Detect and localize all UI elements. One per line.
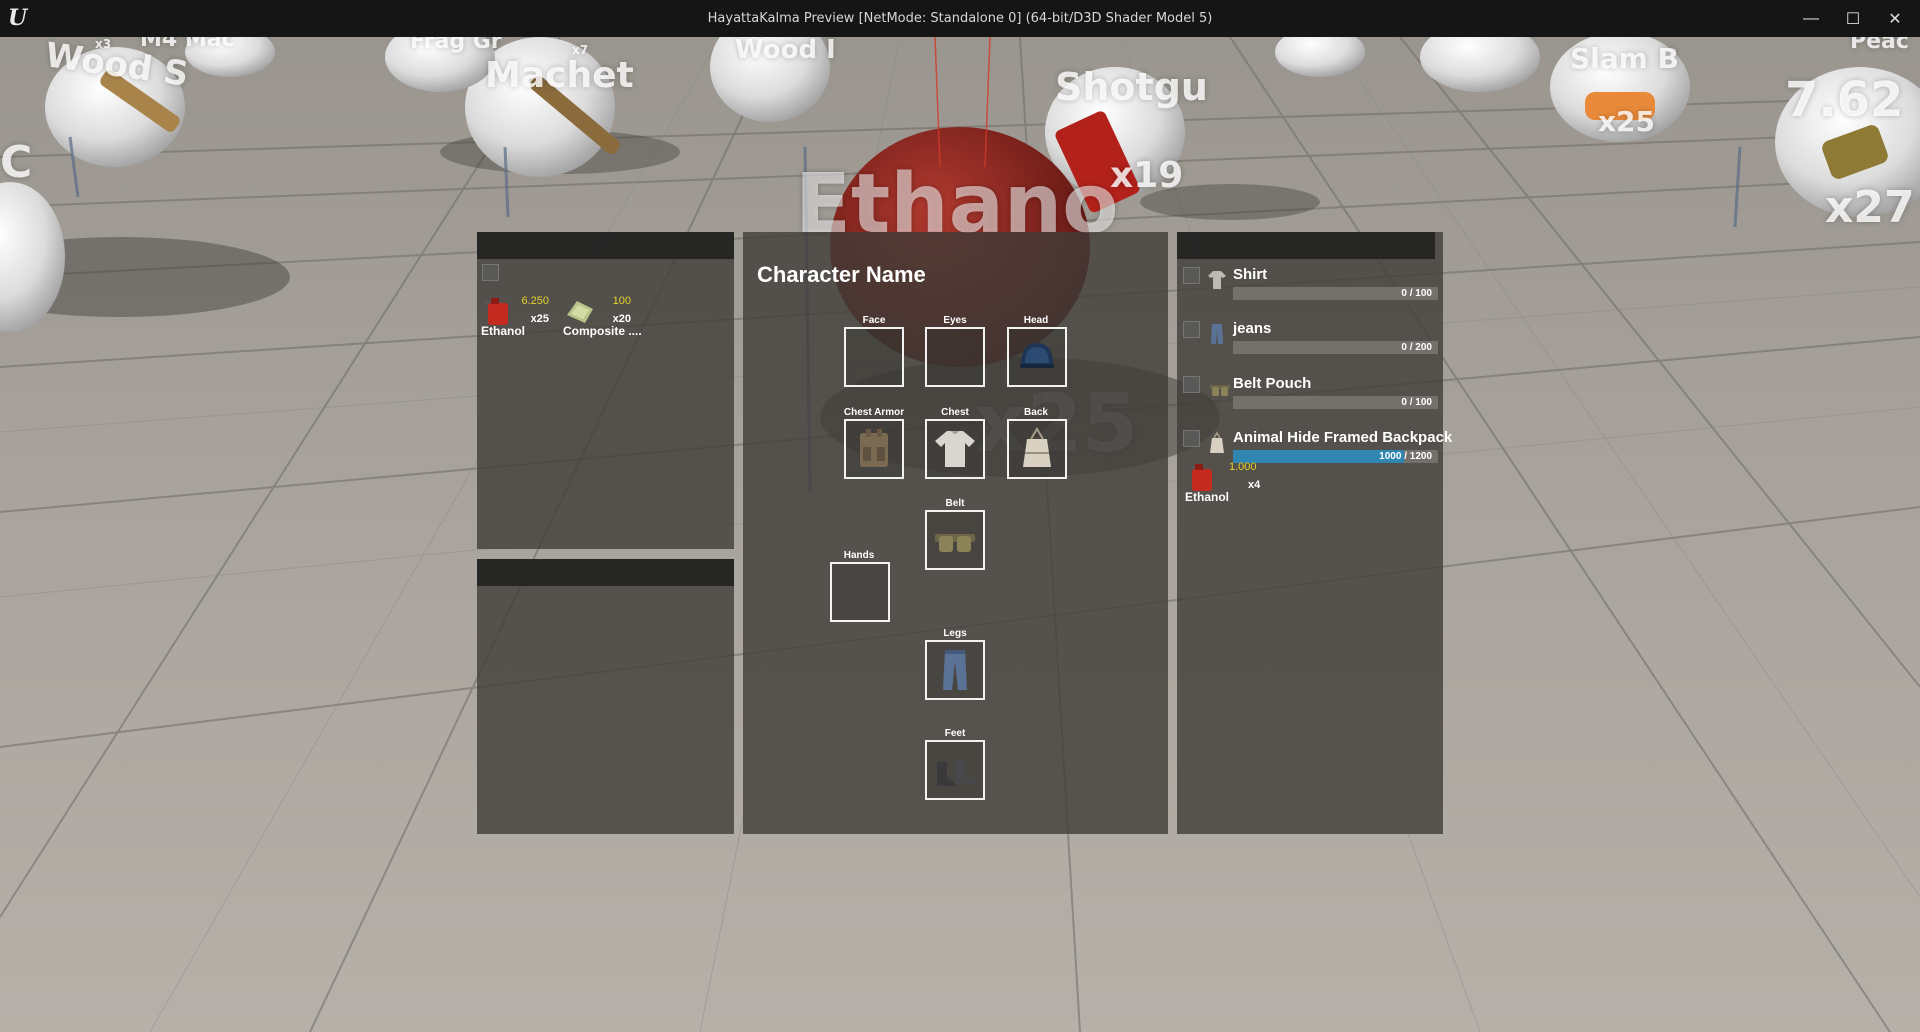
equip-slot-chest[interactable] xyxy=(925,419,985,479)
world-label: Frag Gr xyxy=(410,37,502,54)
slot-label-back: Back xyxy=(1024,407,1048,418)
ground-inventory-header xyxy=(477,232,734,259)
jeans-checkbox[interactable] xyxy=(1183,321,1200,338)
belt-pouch-icon xyxy=(1210,385,1230,396)
item-name: Ethanol xyxy=(481,324,525,338)
capacity-text: 0 / 100 xyxy=(1401,397,1432,408)
capacity-bar: 0 / 100 xyxy=(1233,396,1438,409)
equipment-name: jeans xyxy=(1233,320,1272,337)
slot-label-feet: Feet xyxy=(944,728,966,739)
backpack-icon xyxy=(1023,427,1051,467)
shirt-icon xyxy=(935,431,975,467)
world-label: Shotgu xyxy=(1055,65,1208,109)
secondary-container-header xyxy=(477,559,734,586)
boots-icon xyxy=(937,760,975,786)
minimize-icon: — xyxy=(1803,9,1819,27)
slot-label-belt: Belt xyxy=(945,498,965,509)
capacity-text: 0 / 100 xyxy=(1401,288,1432,299)
world-label: M4 Mac xyxy=(140,37,235,52)
capacity-bar: 0 / 100 xyxy=(1233,287,1438,300)
equipment-name: Animal Hide Framed Backpack xyxy=(1233,429,1453,446)
gas-can-icon xyxy=(483,298,508,325)
belt-pouch-checkbox[interactable] xyxy=(1183,376,1200,393)
world-label: x25 xyxy=(1598,105,1656,138)
world-label: Machet xyxy=(485,55,634,96)
ground-select-checkbox[interactable] xyxy=(482,264,499,281)
maximize-icon: ☐ xyxy=(1845,10,1861,28)
equip-slot-eyes[interactable] xyxy=(925,327,985,387)
world-label: Peac xyxy=(1850,37,1909,54)
capacity-text: 0 / 200 xyxy=(1401,342,1432,353)
jeans-icon xyxy=(943,650,967,690)
slot-label-hands: Hands xyxy=(843,550,875,561)
world-label: x19 xyxy=(1110,155,1184,196)
equipment-panel: Shirt 0 / 100 jeans 0 / 200 Belt Pouch 0… xyxy=(1177,232,1452,834)
backpack-icon xyxy=(1210,432,1224,453)
equipment-name: Belt Pouch xyxy=(1233,375,1312,392)
equip-slot-face[interactable] xyxy=(844,327,904,387)
capacity-text: 1000 / 1200 xyxy=(1379,451,1432,462)
helmet-icon xyxy=(1020,343,1054,368)
equip-slot-head[interactable] xyxy=(1007,327,1067,387)
equip-slot-chest-armor[interactable] xyxy=(844,419,904,479)
belt-pouch-icon xyxy=(935,534,975,552)
window-title-bar: U HayattaKalma Preview [NetMode: Standal… xyxy=(0,0,1920,37)
item-name: Ethanol xyxy=(1185,490,1229,504)
item-quantity: x4 xyxy=(1248,479,1261,491)
character-panel: Character Name Face Eyes Head Chest Armo… xyxy=(743,232,1168,834)
equip-slot-hands[interactable] xyxy=(830,562,890,622)
slot-label-head: Head xyxy=(1023,315,1049,326)
equipment-row-belt-pouch[interactable]: Belt Pouch 0 / 100 xyxy=(1177,374,1457,414)
secondary-container-panel xyxy=(477,559,734,834)
world-label: x7 xyxy=(572,43,589,57)
gas-can-icon xyxy=(1187,464,1212,491)
equip-slot-feet[interactable] xyxy=(925,740,985,800)
maximize-button[interactable]: ☐ xyxy=(1832,0,1874,37)
jeans-icon xyxy=(1211,324,1223,344)
composite-material-icon xyxy=(567,301,593,323)
equip-slot-legs[interactable] xyxy=(925,640,985,700)
capacity-bar: 0 / 200 xyxy=(1233,341,1438,354)
world-label: C xyxy=(0,137,33,188)
equipment-name: Shirt xyxy=(1233,266,1268,283)
backpack-checkbox[interactable] xyxy=(1183,430,1200,447)
item-quantity: x25 xyxy=(530,313,549,325)
plate-carrier-icon xyxy=(860,429,888,467)
equip-slot-belt[interactable] xyxy=(925,510,985,570)
world-label: Slam B xyxy=(1570,42,1679,75)
world-label: x27 xyxy=(1825,182,1915,233)
equipment-row-jeans[interactable]: jeans 0 / 200 xyxy=(1177,319,1457,359)
item-weight: 1.000 xyxy=(1229,461,1257,473)
close-icon: ✕ xyxy=(1888,10,1902,28)
ground-inventory-panel: 6.250 x25 Ethanol 100 x20 Composite .... xyxy=(477,232,734,549)
unreal-logo-icon: U xyxy=(8,5,28,31)
equipment-row-shirt[interactable]: Shirt 0 / 100 xyxy=(1177,265,1457,305)
close-button[interactable]: ✕ xyxy=(1874,0,1916,37)
shirt-icon xyxy=(1208,271,1226,289)
inventory-item-composite[interactable]: 100 x20 Composite .... xyxy=(559,295,642,345)
inventory-item-ethanol[interactable]: 6.250 x25 Ethanol xyxy=(477,295,557,345)
equip-slot-back[interactable] xyxy=(1007,419,1067,479)
equipment-header xyxy=(1177,232,1435,259)
capacity-bar: 1000 / 1200 xyxy=(1233,450,1438,463)
item-name: Composite .... xyxy=(563,324,642,338)
world-label: Wood I xyxy=(735,37,836,65)
shirt-checkbox[interactable] xyxy=(1183,267,1200,284)
item-weight: 6.250 xyxy=(521,295,549,307)
world-label: 7.62 xyxy=(1785,72,1904,128)
slot-label-legs: Legs xyxy=(943,628,967,639)
window-title: HayattaKalma Preview [NetMode: Standalon… xyxy=(707,11,1213,26)
backpack-item-ethanol[interactable]: 1.000 x4 Ethanol xyxy=(1181,461,1261,511)
minimize-button[interactable]: — xyxy=(1790,0,1832,37)
item-weight: 100 xyxy=(612,295,631,307)
world-label: x3 xyxy=(95,37,112,51)
character-name: Character Name xyxy=(757,262,926,287)
